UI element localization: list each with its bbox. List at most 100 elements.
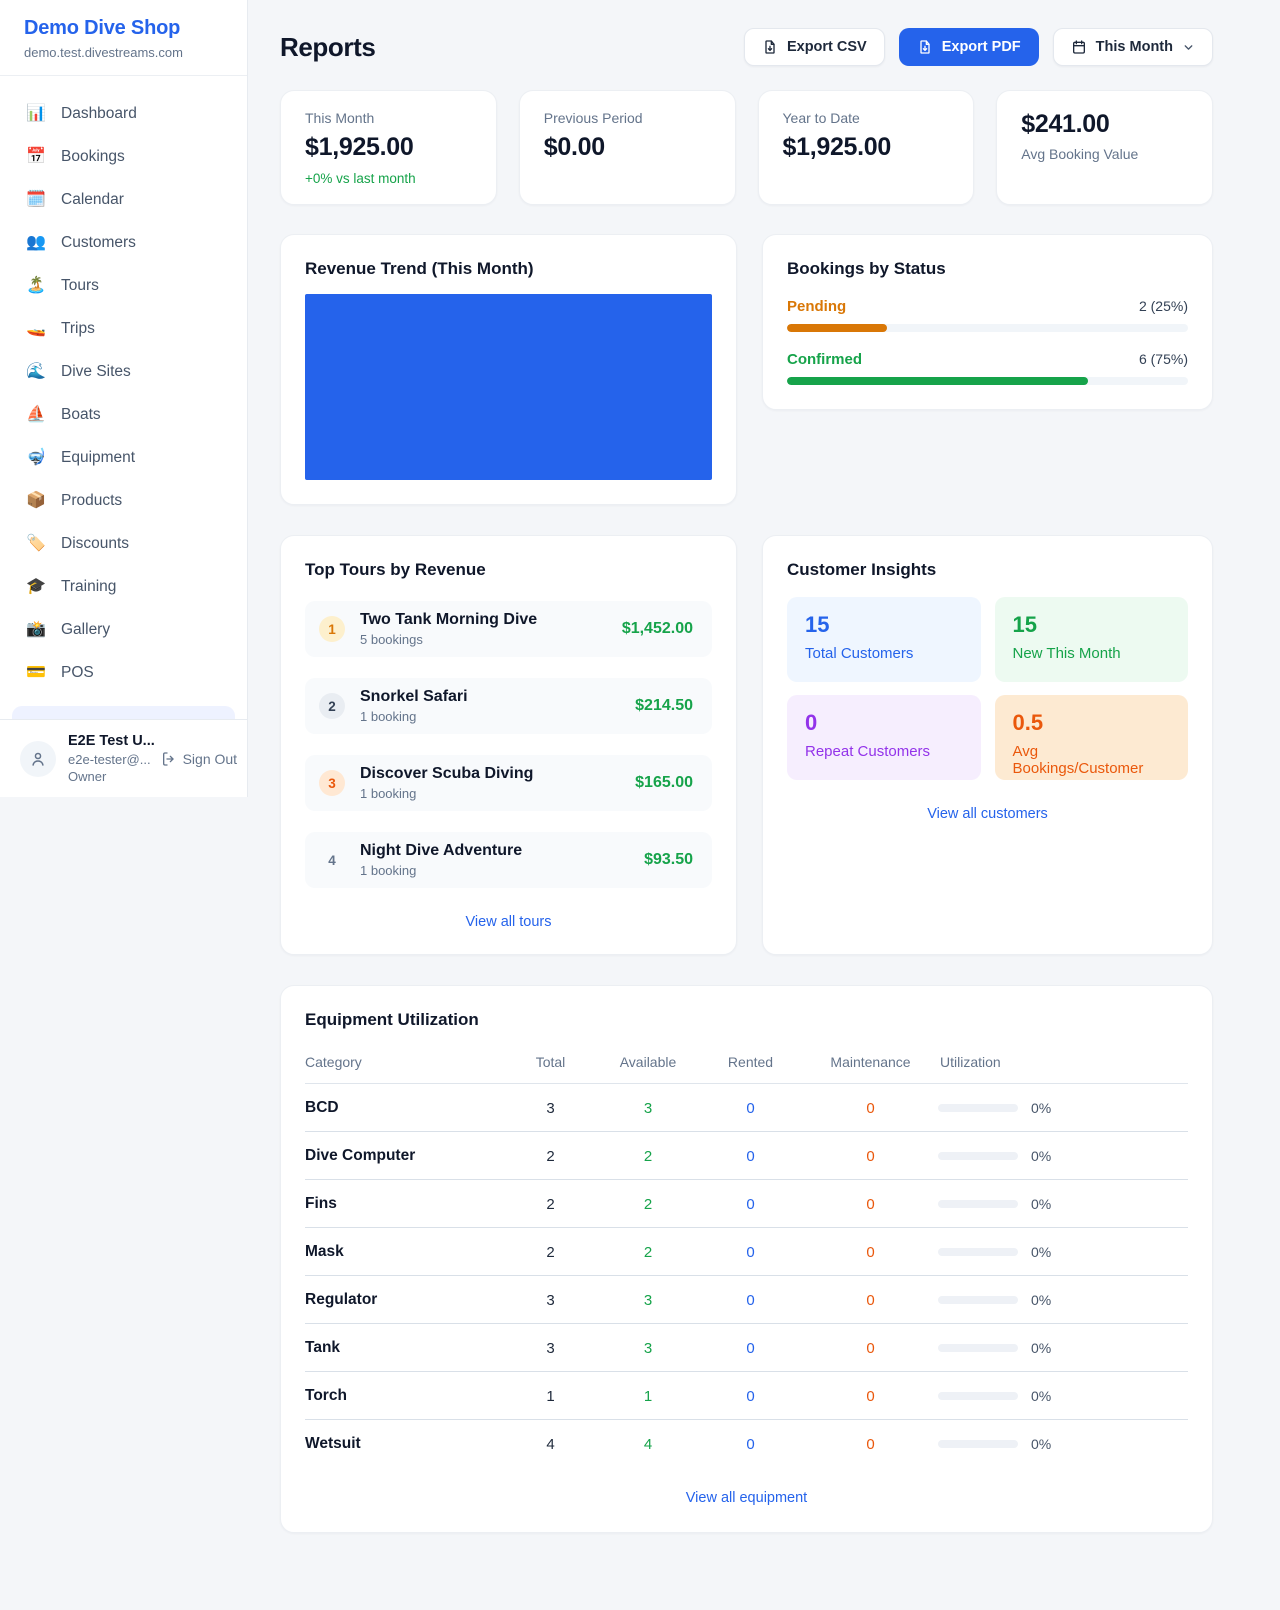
view-all-equipment-link[interactable]: View all equipment: [305, 1490, 1188, 1506]
period-dropdown[interactable]: This Month: [1053, 28, 1213, 66]
utilization-bar: [938, 1248, 1018, 1256]
bookings-by-status-card: Bookings by Status Pending 2 (25%) Confi…: [762, 234, 1213, 410]
sidebar-item-label: Trips: [61, 320, 95, 338]
status-value: 2 (25%): [1139, 298, 1188, 314]
cell-rented: 0: [698, 1372, 803, 1420]
status-row-confirmed: Confirmed 6 (75%): [787, 351, 1188, 385]
stat-value: $1,925.00: [305, 133, 472, 162]
sidebar-item-boats[interactable]: ⛵ Boats: [0, 393, 247, 436]
user-email: e2e-tester@...: [68, 752, 151, 767]
utilization-bar: [938, 1104, 1018, 1112]
cell-maintenance: 0: [803, 1132, 938, 1180]
cell-category: Mask: [305, 1228, 503, 1276]
utilization-pct: 0%: [1031, 1436, 1051, 1452]
sidebar-item-label: Dashboard: [61, 105, 137, 123]
tour-name: Discover Scuba Diving: [360, 765, 533, 783]
sidebar-item-trips[interactable]: 🚤 Trips: [0, 307, 247, 350]
sidebar-item-dive-sites[interactable]: 🌊 Dive Sites: [0, 350, 247, 393]
credit-card-icon: 💳: [26, 665, 46, 681]
page-header: Reports Export CSV Export PDF This Month: [280, 28, 1213, 66]
cell-category: Torch: [305, 1372, 503, 1420]
utilization-bar: [938, 1200, 1018, 1208]
sidebar-item-label: Gallery: [61, 621, 110, 639]
tile-avg-bookings: 0.5 Avg Bookings/Customer: [995, 695, 1189, 780]
cell-maintenance: 0: [803, 1228, 938, 1276]
export-pdf-button[interactable]: Export PDF: [899, 28, 1039, 66]
main-content: Reports Export CSV Export PDF This Month: [248, 0, 1280, 1533]
table-row: Wetsuit 4 4 0 0 0%: [305, 1420, 1188, 1468]
cell-available: 2: [598, 1132, 698, 1180]
stat-label: Year to Date: [783, 110, 950, 126]
tile-label: Avg Bookings/Customer: [1013, 743, 1171, 777]
tile-label: Total Customers: [805, 645, 963, 662]
shop-domain: demo.test.divestreams.com: [24, 45, 223, 60]
stat-card-avg-booking-value: $241.00 Avg Booking Value: [996, 90, 1213, 205]
view-all-tours-link[interactable]: View all tours: [305, 914, 712, 930]
sidebar-item-customers[interactable]: 👥 Customers: [0, 221, 247, 264]
cell-maintenance: 0: [803, 1180, 938, 1228]
equipment-table: Category Total Available Rented Maintena…: [305, 1044, 1188, 1467]
col-header-available: Available: [598, 1044, 698, 1084]
col-header-utilization: Utilization: [938, 1044, 1188, 1084]
sidebar-item-label: Bookings: [61, 148, 125, 166]
period-label: This Month: [1096, 39, 1173, 55]
table-row: Fins 2 2 0 0 0%: [305, 1180, 1188, 1228]
table-row: Tank 3 3 0 0 0%: [305, 1324, 1188, 1372]
avatar: [20, 741, 56, 777]
customer-insights-title: Customer Insights: [787, 560, 1188, 580]
sidebar-item-tours[interactable]: 🏝️ Tours: [0, 264, 247, 307]
sign-out-button[interactable]: Sign Out: [161, 751, 237, 767]
user-role: Owner: [68, 769, 229, 784]
progress-track: [787, 377, 1188, 385]
bookings-calendar-icon: 📅: [26, 149, 46, 165]
cell-rented: 0: [698, 1276, 803, 1324]
cell-rented: 0: [698, 1420, 803, 1468]
cell-rented: 0: [698, 1324, 803, 1372]
view-all-customers-link[interactable]: View all customers: [787, 806, 1188, 822]
cell-total: 2: [503, 1132, 598, 1180]
tile-new-this-month: 15 New This Month: [995, 597, 1189, 682]
col-header-total: Total: [503, 1044, 598, 1084]
tile-repeat-customers: 0 Repeat Customers: [787, 695, 981, 780]
top-tours-card: Top Tours by Revenue 1 Two Tank Morning …: [280, 535, 737, 955]
sidebar-item-equipment[interactable]: 🤿 Equipment: [0, 436, 247, 479]
stat-value: $0.00: [544, 133, 711, 162]
tile-total-customers: 15 Total Customers: [787, 597, 981, 682]
sidebar-item-discounts[interactable]: 🏷️ Discounts: [0, 522, 247, 565]
sidebar-item-label: Discounts: [61, 535, 129, 553]
user-meta: E2E Test U... e2e-tester@... Sign Out Ow…: [68, 733, 229, 784]
utilization-bar: [938, 1344, 1018, 1352]
cell-total: 1: [503, 1372, 598, 1420]
rank-badge: 2: [319, 693, 345, 719]
sidebar-item-training[interactable]: 🎓 Training: [0, 565, 247, 608]
tour-amount: $93.50: [644, 851, 693, 869]
cell-available: 3: [598, 1276, 698, 1324]
charts-row: Revenue Trend (This Month) Bookings by S…: [280, 234, 1213, 505]
sidebar-item-products[interactable]: 📦 Products: [0, 479, 247, 522]
cell-rented: 0: [698, 1180, 803, 1228]
tile-value: 15: [805, 612, 963, 638]
cell-maintenance: 0: [803, 1084, 938, 1132]
sidebar-item-calendar[interactable]: 🗓️ Calendar: [0, 178, 247, 221]
sidebar-item-pos[interactable]: 💳 POS: [0, 651, 247, 694]
rank-badge: 1: [319, 616, 345, 642]
tour-name: Two Tank Morning Dive: [360, 611, 537, 629]
cell-available: 4: [598, 1420, 698, 1468]
sidebar-item-bookings[interactable]: 📅 Bookings: [0, 135, 247, 178]
sidebar-item-dashboard[interactable]: 📊 Dashboard: [0, 92, 247, 135]
cell-category: Dive Computer: [305, 1132, 503, 1180]
tile-value: 15: [1013, 612, 1171, 638]
sidebar-item-reports[interactable]: [12, 706, 235, 719]
cell-maintenance: 0: [803, 1276, 938, 1324]
sidebar-item-gallery[interactable]: 📸 Gallery: [0, 608, 247, 651]
cell-maintenance: 0: [803, 1372, 938, 1420]
utilization-bar: [938, 1392, 1018, 1400]
customers-icon: 👥: [26, 235, 46, 251]
bookings-status-title: Bookings by Status: [787, 259, 1188, 279]
utilization-bar: [938, 1296, 1018, 1304]
island-icon: 🏝️: [26, 278, 46, 294]
tile-value: 0.5: [1013, 710, 1171, 736]
export-csv-button[interactable]: Export CSV: [744, 28, 885, 66]
cell-rented: 0: [698, 1132, 803, 1180]
tour-bookings: 1 booking: [360, 786, 533, 801]
